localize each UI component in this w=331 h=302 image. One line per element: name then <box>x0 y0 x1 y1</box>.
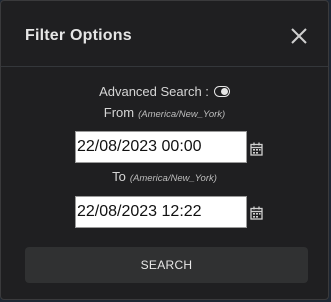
dialog-header: Filter Options <box>1 1 328 67</box>
close-icon <box>291 28 307 44</box>
toggle-on-icon <box>220 88 228 96</box>
from-date-input[interactable] <box>75 131 247 163</box>
advanced-search-row: Advanced Search : <box>1 84 328 99</box>
filter-options-dialog: Filter Options Advanced Search : From (Am… <box>0 0 329 300</box>
search-button[interactable]: SEARCH <box>25 247 308 283</box>
dialog-title: Filter Options <box>25 27 132 44</box>
to-timezone: (America/New_York) <box>129 173 217 184</box>
advanced-search-label: Advanced Search : <box>99 84 209 99</box>
calendar-icon[interactable] <box>250 142 263 156</box>
from-label: From <box>103 105 135 120</box>
to-label: To <box>112 169 126 184</box>
close-button[interactable] <box>290 27 308 45</box>
advanced-search-toggle[interactable] <box>213 86 230 98</box>
to-label-row: To (America/New_York) <box>1 169 328 184</box>
calendar-icon[interactable] <box>250 206 263 220</box>
to-date-input[interactable] <box>75 196 247 228</box>
from-timezone: (America/New_York) <box>138 109 226 120</box>
from-label-row: From (America/New_York) <box>1 105 328 120</box>
